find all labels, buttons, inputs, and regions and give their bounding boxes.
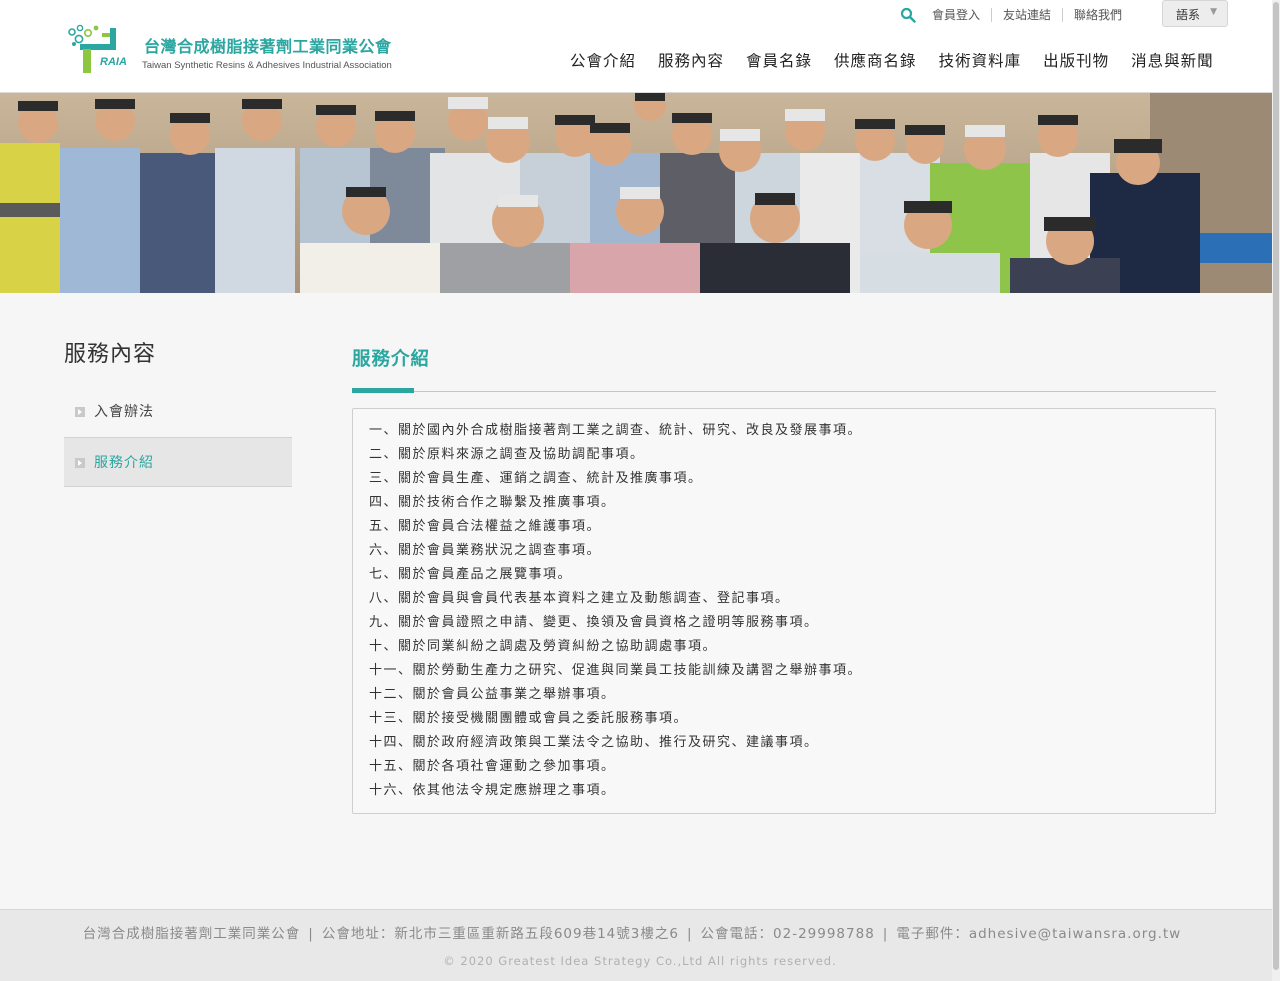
friend-links-link[interactable]: 友站連結 [992,8,1064,22]
service-item: 十四、關於政府經濟政策與工業法令之協助、推行及研究、建議事項。 [369,735,819,750]
sidebar-title: 服務內容 [64,342,157,367]
nav-item-suppliers[interactable]: 供應商名錄 [823,49,928,71]
sidebar-item-service-intro[interactable]: 服務介紹 [64,437,292,487]
logo-chinese-name: 台灣合成樹脂接著劑工業同業公會 [144,37,392,56]
service-item: 八、關於會員與會員代表基本資料之建立及動態調查、登記事項。 [369,591,790,606]
service-item: 四、關於技術合作之聯繫及推廣事項。 [369,495,616,510]
nav-item-about[interactable]: 公會介紹 [559,49,647,71]
member-login-link[interactable]: 會員登入 [928,8,993,22]
sidebar-item-label: 服務介紹 [94,455,154,471]
site-footer: 台灣合成樹脂接著劑工業同業公會 | 公會地址：新北市三重區重新路五段609巷14號3… [0,909,1280,981]
footer-org-name: 台灣合成樹脂接著劑工業同業公會 [82,926,301,942]
footer-contact-info: 台灣合成樹脂接著劑工業同業公會 | 公會地址：新北市三重區重新路五段609巷14號3… [82,926,1182,942]
scrollbar-thumb[interactable] [1273,2,1279,970]
service-item: 五、關於會員合法權益之維護事項。 [369,519,602,534]
chevron-down-icon: ▼ [1210,7,1217,17]
service-item: 十二、關於會員公益事業之舉辦事項。 [369,687,616,702]
footer-address: 公會地址：新北市三重區重新路五段609巷14號3樓之6 [321,926,679,942]
chevron-right-icon [75,458,85,468]
sidebar-item-label: 入會辦法 [94,404,154,420]
service-item: 九、關於會員證照之申請、變更、換領及會員資格之證明等服務事項。 [369,615,819,630]
chevron-right-icon [75,407,85,417]
site-logo[interactable]: 台灣合成樹脂接著劑工業同業公會 Taiwan Synthetic Resins … [66,24,426,76]
utility-links: 會員登入 友站連結 聯絡我們 [900,6,1133,24]
language-select[interactable]: 語系 ▼ [1162,0,1228,27]
service-item: 十三、關於接受機關團體或會員之委託服務事項。 [369,711,689,726]
group-photo-image [0,93,1280,293]
logo-english-name: Taiwan Synthetic Resins & Adhesives Indu… [142,60,392,71]
nav-item-tech-database[interactable]: 技術資料庫 [928,49,1033,71]
group-photo-banner [0,93,1280,293]
service-item: 十一、關於勞動生產力之研究、促進與同業員工技能訓練及講習之舉辦事項。 [369,663,863,678]
site-header: 台灣合成樹脂接著劑工業同業公會 Taiwan Synthetic Resins … [0,0,1280,93]
service-item: 十、關於同業糾紛之調處及勞資糾紛之協助調處事項。 [369,639,718,654]
service-list-box: 一、關於國內外合成樹脂接著劑工業之調查、統計、研究、改良及發展事項。 二、關於原… [352,408,1216,814]
service-item: 十五、關於各項社會運動之參加事項。 [369,759,616,774]
nav-item-services[interactable]: 服務內容 [647,49,735,71]
title-divider [352,391,1216,392]
title-accent-bar [352,388,414,393]
footer-phone: 公會電話：02-29998788 [700,926,875,942]
sidebar-item-membership[interactable]: 入會辦法 [64,387,292,437]
service-item: 一、關於國內外合成樹脂接著劑工業之調查、統計、研究、改良及發展事項。 [369,423,863,438]
nav-item-members[interactable]: 會員名錄 [735,49,823,71]
service-item: 二、關於原料來源之調查及協助調配事項。 [369,447,645,462]
service-item: 七、關於會員產品之展覽事項。 [369,567,573,582]
footer-email[interactable]: 電子郵件：adhesive@taiwansra.org.tw [896,926,1181,942]
contact-us-link[interactable]: 聯絡我們 [1063,8,1133,22]
search-icon[interactable] [900,7,916,23]
nav-item-publications[interactable]: 出版刊物 [1032,49,1120,71]
page-title: 服務介紹 [352,349,431,370]
language-label: 語系 [1176,8,1201,22]
logo-abbreviation: RAIA [100,56,127,68]
service-item: 六、關於會員業務狀況之調查事項。 [369,543,602,558]
main-nav: 公會介紹 服務內容 會員名錄 供應商名錄 技術資料庫 出版刊物 消息與新聞 [559,49,1225,71]
service-item: 三、關於會員生產、運銷之調查、統計及推廣事項。 [369,471,703,486]
footer-copyright: © 2020 Greatest Idea Strategy Co.,Ltd Al… [443,954,837,968]
page-scrollbar[interactable] [1272,0,1280,981]
service-item: 十六、依其他法令規定應辦理之事項。 [369,783,616,798]
nav-item-news[interactable]: 消息與新聞 [1120,49,1225,71]
